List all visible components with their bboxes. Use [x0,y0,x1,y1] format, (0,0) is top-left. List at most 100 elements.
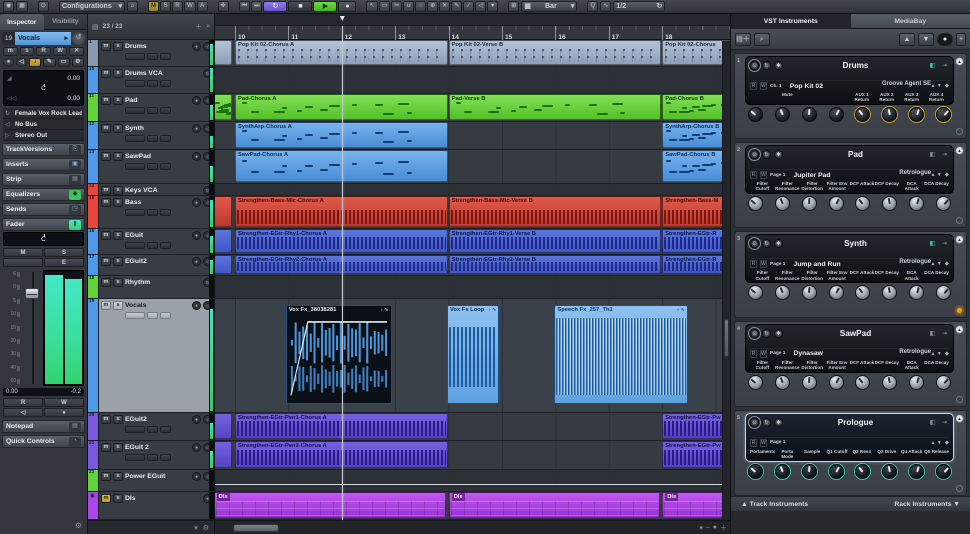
grid-type-dropdown[interactable]: ▦ Bar▾ [521,1,577,12]
output-routing-icon[interactable]: ⇥ [940,419,949,426]
power-icon[interactable]: ⊙ [750,239,759,248]
solo-button[interactable]: s [113,42,123,51]
edit-instrument-icon[interactable]: ↻ [762,239,771,248]
play-button[interactable]: ▶ [313,1,337,12]
knob-q4-attack[interactable] [909,464,924,479]
knob-sample[interactable] [802,464,817,479]
mute-tool[interactable]: ✕ [439,1,450,12]
write-automation-button[interactable]: W [760,439,767,447]
power-icon[interactable]: ⊙ [750,61,759,70]
clip-fragment[interactable] [215,94,232,120]
mute-all-button[interactable]: M [148,1,159,12]
mute-button[interactable]: m [101,124,111,133]
edit-instrument-icon[interactable]: ↻ [762,150,771,159]
mute-button[interactable]: m [101,198,111,207]
musical-timebase-icon[interactable]: ♪ [29,58,41,67]
save-preset-icon[interactable]: ◆ [945,172,949,178]
solo-button[interactable]: s [113,186,123,195]
collapse-icon[interactable]: ▲ [955,325,964,334]
power-icon[interactable]: ⊙ [750,418,759,427]
knob-2[interactable] [802,107,817,122]
zoom-out-icon[interactable]: ‒ [706,524,710,531]
add-instrument-icon[interactable]: ▤＋ [735,33,751,46]
freeze-icon[interactable]: ✱ [774,418,783,427]
knob-porta-mode[interactable] [775,464,790,479]
knob-mute[interactable] [775,107,790,122]
knob-dcf-decay[interactable] [882,285,897,300]
ruler-bar-12[interactable]: 12 [342,26,352,40]
clip-speech-fx-257-th1[interactable]: Speech Fx_257_Th1♪ ∿ [554,305,688,404]
lock-button[interactable] [160,80,171,87]
selected-track-name[interactable]: Vocals▸ [15,32,71,45]
object-selection-tool[interactable]: ↖ [366,1,377,12]
lock-button[interactable] [160,107,171,114]
preset-name[interactable]: Jupiter Pad [788,172,927,179]
freeze-icon[interactable]: ✱ [774,239,783,248]
window-layout-icon[interactable]: ▦ [16,1,28,12]
solo-button[interactable]: s [113,443,123,452]
track-instruments-toggle[interactable]: ▲ Track Instruments [741,501,808,508]
solo-button[interactable]: s [113,472,123,481]
lane-synth[interactable]: SynthArp-Chorus ASynthArp-Chorus B [215,122,730,150]
read-automation-button[interactable]: R [750,350,757,358]
preset-name[interactable]: Pop Kit 02 [785,83,928,90]
midi-input-indicator[interactable] [125,312,145,319]
clip-pop-kit-02-chorus[interactable]: Pop Kit 02-Chorus [662,40,730,65]
read-automation-button[interactable]: R [750,171,757,179]
track-row-dis[interactable]: ▣msDIs● [88,492,214,520]
lock-button[interactable] [160,53,171,60]
ruler-bar-10[interactable]: 10 [235,26,245,40]
clip-sawpad-chorus-b[interactable]: SawPad-Chorus B [662,150,730,182]
ruler-bar-16[interactable]: 16 [555,26,565,40]
scroll-down-icon[interactable]: ▼ [918,33,934,46]
mute-button[interactable]: m [101,186,111,195]
track-row-eguit2[interactable]: 17msEGuit2●◁ [88,255,214,276]
marker-strip[interactable] [215,14,730,26]
auto-fades-button[interactable]: ✕ [69,47,84,56]
midi-input-indicator[interactable] [125,209,145,216]
mute-button[interactable]: m [101,278,111,287]
track-row-bass[interactable]: 15msBass●◁ [88,196,214,229]
read-automation-button[interactable]: R [750,260,757,268]
freeze-button[interactable] [147,209,158,216]
ruler-bar-18[interactable]: 18 [662,26,672,40]
record-enable-icon[interactable]: ● [192,443,201,452]
power-icon[interactable]: ⊙ [750,329,759,338]
lane-dis[interactable]: DIsDIsDIs [215,492,730,520]
lane-drums[interactable]: Pop Kit 02-Chorus APop Kit 02-Verse BPop… [215,40,730,67]
solo-button[interactable]: s [113,301,123,310]
knob-0[interactable] [748,107,763,122]
knob-dca-decay[interactable] [936,196,951,211]
collapse-icon[interactable]: ▲ [955,235,964,244]
output-routing-icon[interactable]: ⇥ [940,240,949,247]
clip-dis[interactable]: DIs [215,492,446,518]
record-enable-icon[interactable]: ● [3,58,14,67]
knob-filter-env-amount[interactable] [829,196,844,211]
line-tool[interactable]: ∕ [463,1,474,12]
freeze-button[interactable] [147,242,158,249]
pan-value[interactable]: C [7,85,80,92]
channel-settings-icon[interactable]: ⚙ [72,58,84,67]
output-activity-icon[interactable]: ◧ [928,330,937,337]
read-button[interactable]: R [3,398,43,407]
knob-3[interactable] [829,107,844,122]
clip-syntharp-chorus-b[interactable]: SynthArp-Chorus B [662,122,730,148]
scrollbar-handle[interactable] [233,524,279,532]
midi-input-indicator[interactable] [125,135,145,142]
write-automation-button[interactable]: W [760,350,767,358]
preset-spinner[interactable]: ▲ ▼ [930,84,941,88]
knob-filter-distortion[interactable] [802,285,817,300]
record-enable-icon[interactable]: ● [192,301,201,310]
delay-value[interactable]: 0.00 [67,95,80,102]
solo-button[interactable]: s [113,96,123,105]
clip-pop-kit-02-verse-b[interactable]: Pop Kit 02-Verse B [449,40,662,65]
solo-button[interactable]: s [113,198,123,207]
record-enable-icon[interactable]: ● [192,42,201,51]
record-button[interactable]: ● [338,1,356,12]
knob-filter-cutoff[interactable] [748,196,763,211]
freeze-icon[interactable]: ✱ [774,329,783,338]
read-automation-button[interactable]: R [750,82,757,90]
timeline-ruler[interactable]: 101112131415161718 [215,26,730,40]
solo-button[interactable]: S [44,248,84,257]
section-icon[interactable]: ▤ [69,422,81,432]
